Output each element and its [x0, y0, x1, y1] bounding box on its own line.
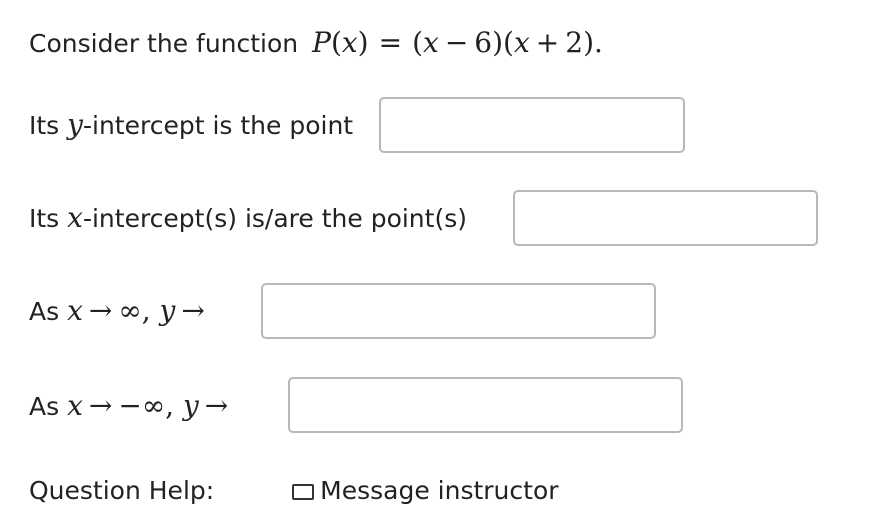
neg-inf-value: −∞	[118, 389, 166, 422]
mail-icon	[292, 484, 315, 500]
message-instructor-link[interactable]: Message instructor	[292, 476, 559, 505]
neg-inf-prefix: As	[29, 392, 60, 421]
x-var: x	[67, 201, 83, 234]
question-statement: Consider the function P(x) = (x −6)(x +2).	[29, 28, 603, 59]
pos-inf-y: y	[159, 294, 176, 327]
x-intercepts-input[interactable]	[513, 190, 818, 246]
neg-infinity-input[interactable]	[288, 377, 683, 433]
statement-period: .	[594, 26, 603, 59]
pos-inf-arrow: →	[88, 294, 113, 327]
x-intercepts-label: Its x-intercept(s) is/are the point(s)	[29, 203, 467, 234]
pos-inf-value: ∞	[118, 294, 142, 327]
y-intercept-prefix: Its	[29, 111, 60, 140]
x-intercepts-suffix: -intercept(s) is/are the point(s)	[82, 204, 467, 233]
pos-infinity-label: As x → ∞, y →	[29, 296, 211, 327]
pos-inf-comma: ,	[141, 294, 151, 327]
y-intercept-input[interactable]	[379, 97, 685, 153]
question-intro: Consider the function	[29, 29, 299, 58]
factor1-var: x	[423, 26, 439, 59]
factor2-var: x	[513, 26, 530, 59]
y-intercept-suffix: -intercept is the point	[82, 111, 354, 140]
factor1-const: 6	[474, 26, 493, 59]
pos-inf-x: x	[67, 294, 83, 327]
neg-infinity-label: As x → −∞, y →	[29, 391, 234, 422]
factor2-const: 2	[565, 26, 584, 59]
neg-inf-arrow2: →	[204, 389, 229, 422]
pos-inf-prefix: As	[29, 297, 60, 326]
neg-inf-x: x	[67, 389, 83, 422]
neg-inf-expression: x → −∞, y →	[67, 389, 234, 422]
function-expression: P(x) = (x −6)(x +2).	[312, 26, 603, 59]
neg-inf-y: y	[182, 389, 199, 422]
x-intercepts-prefix: Its	[29, 204, 60, 233]
pos-infinity-input[interactable]	[261, 283, 656, 339]
pos-inf-arrow2: →	[181, 294, 205, 327]
y-var: y	[67, 108, 83, 141]
neg-inf-comma: ,	[165, 389, 175, 422]
function-name: P	[312, 26, 331, 59]
question-help-label: Question Help:	[29, 476, 215, 505]
function-var: x	[341, 26, 358, 59]
message-instructor-text: Message instructor	[320, 476, 559, 505]
question-help-footer: Question Help: Message instructor	[29, 476, 559, 506]
neg-inf-arrow: →	[88, 389, 113, 422]
pos-inf-expression: x → ∞, y →	[67, 294, 211, 327]
y-intercept-label: Its y-intercept is the point	[29, 110, 353, 141]
